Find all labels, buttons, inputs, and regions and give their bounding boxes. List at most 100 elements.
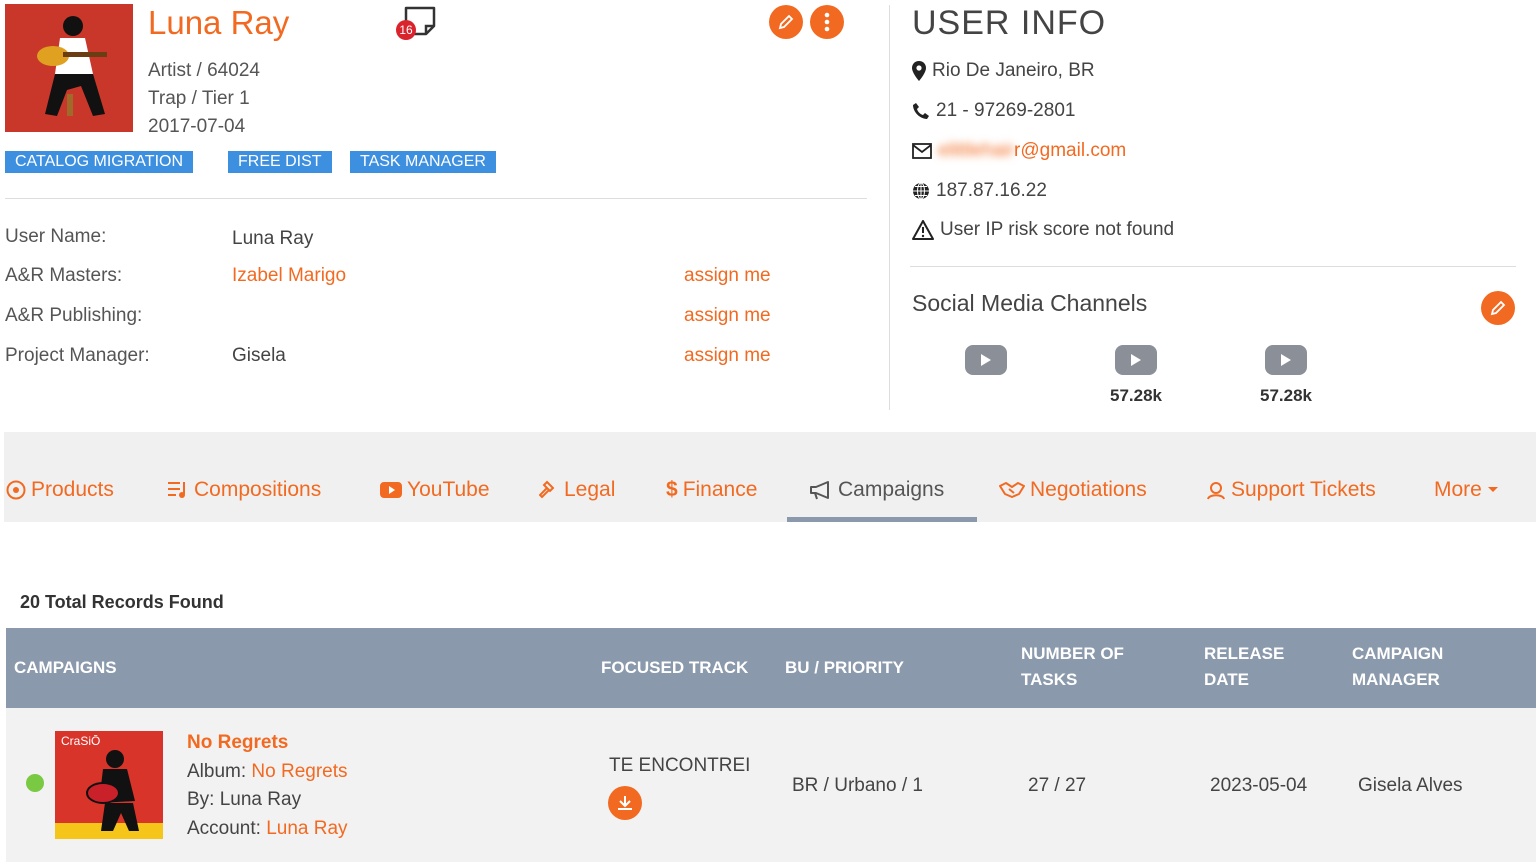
- by-value: Luna Ray: [219, 789, 302, 810]
- tab-campaigns[interactable]: Campaigns: [809, 478, 944, 502]
- pencil-icon: [1490, 300, 1506, 316]
- ar-masters-label: A&R Masters:: [5, 265, 123, 286]
- campaign-cover: CraSiŌ: [55, 731, 163, 839]
- vertical-divider: [889, 5, 890, 410]
- account-link[interactable]: Luna Ray: [266, 818, 347, 839]
- youtube-channel-2[interactable]: [1115, 345, 1157, 375]
- header-bu-priority[interactable]: BU / PRIORITY: [785, 655, 945, 681]
- release-date: 2023-05-04: [1210, 775, 1308, 796]
- location-row: Rio De Janeiro, BR: [912, 60, 1095, 82]
- support-agent-icon: [1207, 482, 1225, 500]
- more-options-button[interactable]: [810, 5, 844, 39]
- album-label: Album:: [187, 761, 247, 782]
- status-dot: [26, 774, 44, 792]
- ar-masters-value[interactable]: Izabel Marigo: [232, 265, 346, 287]
- dollar-icon: $: [666, 478, 678, 501]
- assign-me-project-manager[interactable]: assign me: [684, 345, 771, 367]
- ip-row: 187.87.16.22: [912, 180, 1047, 202]
- pencil-icon: [778, 14, 794, 30]
- tab-negotiations-label: Negotiations: [1030, 478, 1147, 501]
- tab-more-label: More: [1434, 478, 1482, 501]
- tab-compositions-label: Compositions: [194, 478, 322, 501]
- focused-track: TE ENCONTREI: [609, 755, 751, 776]
- assign-me-publishing[interactable]: assign me: [684, 305, 771, 327]
- artist-date: 2017-07-04: [148, 116, 246, 137]
- email-row[interactable]: elittlehairr@gmail.com: [912, 140, 1126, 162]
- tab-bar: [4, 432, 1536, 522]
- tab-products[interactable]: Products: [6, 478, 114, 502]
- header-campaign-manager[interactable]: CAMPAIGN MANAGER: [1352, 641, 1472, 693]
- youtube-channel-1[interactable]: [965, 345, 1007, 375]
- music-list-icon: [168, 482, 185, 498]
- notes-count-badge: 16: [396, 20, 416, 40]
- handshake-icon: [999, 482, 1025, 498]
- tab-legal-label: Legal: [564, 478, 616, 501]
- user-name-value: Luna Ray: [232, 228, 314, 249]
- tab-negotiations[interactable]: Negotiations: [999, 478, 1147, 502]
- campaign-title[interactable]: No Regrets: [187, 732, 288, 754]
- megaphone-icon: [810, 481, 829, 500]
- youtube-icon: [380, 482, 402, 498]
- tab-products-label: Products: [31, 478, 114, 501]
- youtube-icon: [1131, 354, 1141, 366]
- artist-type-id: Artist / 64024: [148, 60, 260, 81]
- vertical-dots-icon: [824, 12, 830, 32]
- project-manager-label: Project Manager:: [5, 345, 150, 366]
- tab-legal[interactable]: Legal: [539, 478, 615, 502]
- artist-avatar: [5, 4, 133, 132]
- album-link[interactable]: No Regrets: [251, 761, 347, 782]
- tab-campaigns-label: Campaigns: [838, 478, 945, 501]
- edit-artist-button[interactable]: [769, 5, 803, 39]
- phone-row: 21 - 97269-2801: [912, 100, 1075, 122]
- email-domain: r@gmail.com: [1014, 140, 1127, 161]
- bu-priority: BR / Urbano / 1: [792, 775, 923, 796]
- header-release-date[interactable]: RELEASE DATE: [1204, 641, 1304, 693]
- social-media-title: Social Media Channels: [912, 290, 1148, 316]
- cover-text: CraSiŌ: [61, 734, 101, 748]
- header-campaigns[interactable]: CAMPAIGNS: [14, 655, 314, 681]
- ip-text: 187.87.16.22: [936, 180, 1047, 201]
- edit-social-button[interactable]: [1481, 291, 1515, 325]
- email-blurred-part: elittlehair: [938, 140, 1015, 161]
- envelope-icon: [912, 143, 932, 159]
- youtube-channel-3-count: 57.28k: [1260, 386, 1312, 405]
- campaign-account-line: Account: Luna Ray: [187, 818, 348, 840]
- user-name-label: User Name:: [5, 226, 107, 247]
- campaign-manager: Gisela Alves: [1358, 775, 1463, 796]
- header-focused-track[interactable]: FOCUSED TRACK: [601, 655, 771, 681]
- risk-text: User IP risk score not found: [940, 219, 1175, 240]
- caret-down-icon: [1487, 487, 1498, 492]
- by-label: By:: [187, 789, 215, 810]
- download-track-button[interactable]: [608, 786, 642, 820]
- tasks-count[interactable]: 27 / 27: [1028, 775, 1086, 797]
- email-text[interactable]: elittlehairr@gmail.com: [938, 140, 1126, 162]
- tab-finance[interactable]: $ Finance: [666, 478, 757, 502]
- tab-more[interactable]: More: [1434, 478, 1499, 502]
- tab-compositions[interactable]: Compositions: [167, 478, 321, 502]
- tab-youtube[interactable]: YouTube: [380, 478, 490, 502]
- assign-me-masters[interactable]: assign me: [684, 265, 771, 287]
- warning-icon: [912, 220, 934, 240]
- campaign-album-line: Album: No Regrets: [187, 761, 348, 783]
- user-info-title: USER INFO: [912, 4, 1107, 42]
- tag-free-dist[interactable]: FREE DIST: [228, 151, 332, 173]
- ar-publishing-label: A&R Publishing:: [5, 305, 143, 326]
- tab-youtube-label: YouTube: [407, 478, 490, 501]
- artist-genre-tier: Trap / Tier 1: [148, 88, 250, 109]
- youtube-channel-2-count: 57.28k: [1110, 386, 1162, 405]
- youtube-icon: [1281, 354, 1291, 366]
- youtube-channel-3[interactable]: [1265, 345, 1307, 375]
- records-count: 20 Total Records Found: [20, 592, 224, 612]
- tab-support-tickets[interactable]: Support Tickets: [1206, 478, 1376, 502]
- project-manager-value: Gisela: [232, 345, 286, 366]
- phone-text: 21 - 97269-2801: [936, 100, 1076, 121]
- header-number-of-tasks[interactable]: NUMBER OF TASKS: [1021, 641, 1151, 693]
- download-icon: [618, 796, 632, 810]
- phone-icon: [913, 103, 929, 119]
- tab-support-tickets-label: Support Tickets: [1231, 478, 1376, 501]
- tag-catalog-migration[interactable]: CATALOG MIGRATION: [5, 151, 194, 173]
- tag-task-manager[interactable]: TASK MANAGER: [350, 151, 496, 173]
- user-info-divider: [910, 266, 1516, 267]
- tab-finance-label: Finance: [682, 478, 758, 501]
- active-tab-indicator: [787, 517, 977, 522]
